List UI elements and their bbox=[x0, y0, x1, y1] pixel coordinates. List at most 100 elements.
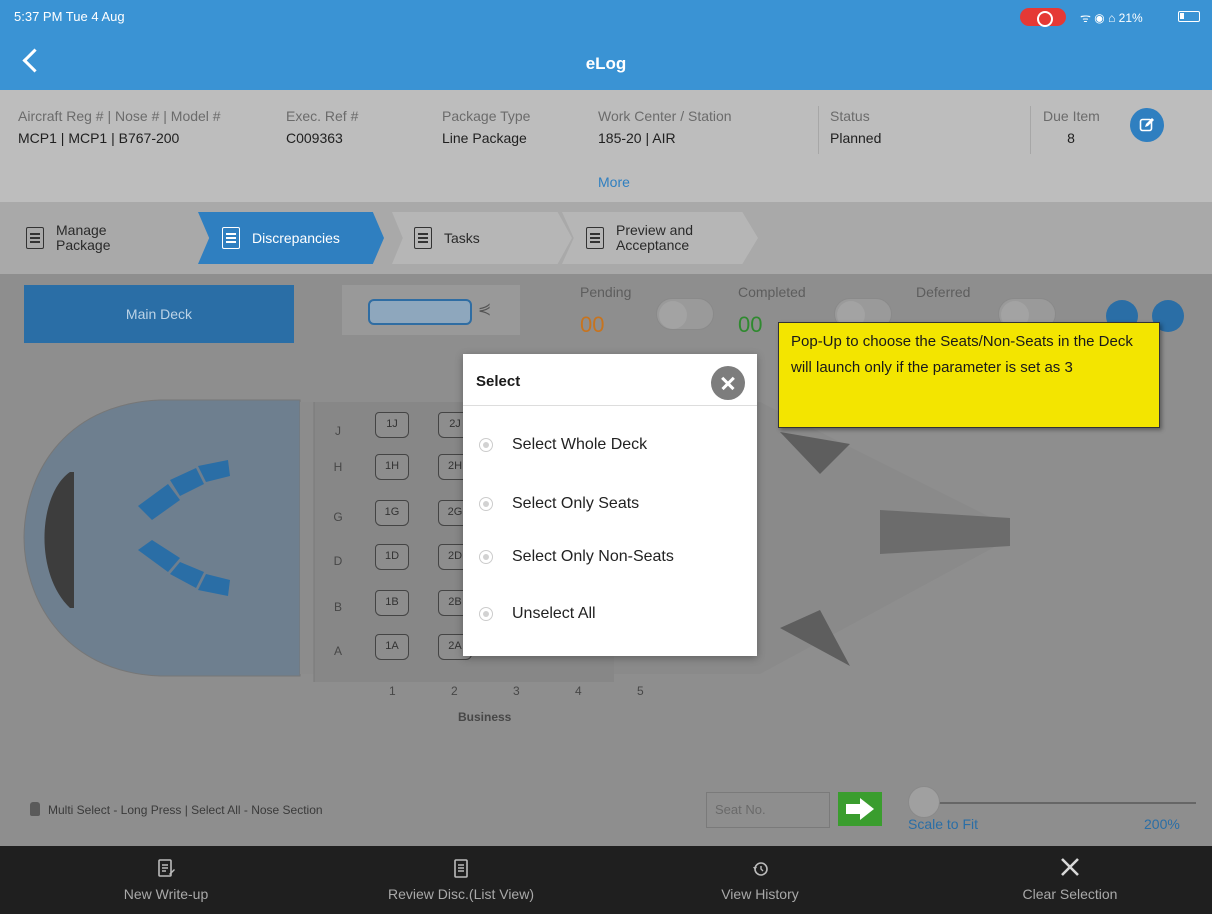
aircraft-info: Aircraft Reg # | Nose # | Model # MCP1 |… bbox=[18, 108, 221, 146]
section-label: Business bbox=[458, 710, 512, 724]
review-disc-list-button[interactable]: Review Disc.(List View) bbox=[356, 846, 566, 914]
option-unselect-all[interactable]: Unselect All bbox=[479, 605, 596, 623]
status-info: Status Planned bbox=[830, 108, 881, 146]
dialog-header: Select bbox=[463, 354, 757, 406]
option-label: Unselect All bbox=[512, 605, 596, 622]
step-preview-acceptance[interactable]: Preview and Acceptance bbox=[562, 212, 758, 264]
option-select-whole-deck[interactable]: Select Whole Deck bbox=[479, 436, 647, 454]
work-center-info: Work Center / Station 185-20 | AIR bbox=[598, 108, 732, 146]
exec-ref-value: C009363 bbox=[286, 130, 343, 146]
row-label: B bbox=[333, 600, 342, 614]
row-label: A bbox=[333, 644, 342, 658]
status-time: 5:37 PM Tue 4 Aug bbox=[14, 9, 125, 24]
toolbar-label: Review Disc.(List View) bbox=[388, 886, 534, 902]
work-center-label: Work Center / Station bbox=[598, 108, 732, 124]
pending-label: Pending bbox=[580, 284, 632, 300]
step-label-line: Manage bbox=[56, 222, 107, 238]
step-label-line: Acceptance bbox=[616, 237, 690, 253]
toolbar-label: New Write-up bbox=[123, 886, 209, 902]
column-label: 3 bbox=[513, 684, 520, 698]
battery-icon bbox=[1178, 11, 1200, 22]
toolbar-label: Clear Selection bbox=[1022, 886, 1118, 902]
annotation-callout: Pop-Up to choose the Seats/Non-Seats in … bbox=[778, 322, 1160, 428]
edit-icon bbox=[1139, 118, 1154, 132]
aircraft-value: MCP1 | MCP1 | B767-200 bbox=[18, 130, 180, 146]
row-label: H bbox=[333, 460, 343, 474]
option-label: Select Only Non-Seats bbox=[512, 548, 674, 565]
divider bbox=[818, 106, 819, 154]
radio-icon[interactable] bbox=[479, 607, 493, 621]
completed-count: 00 bbox=[738, 312, 763, 337]
radio-icon[interactable] bbox=[479, 550, 493, 564]
system-status: ᯤ ◉ ⌂ 21% bbox=[1080, 11, 1143, 25]
selection-hint: Multi Select - Long Press | Select All -… bbox=[30, 802, 323, 817]
document-icon bbox=[26, 227, 44, 249]
due-item-info: Due Item 8 bbox=[1043, 108, 1100, 146]
zoom-slider-handle[interactable] bbox=[908, 786, 940, 818]
seat-1h[interactable]: 1H bbox=[375, 454, 409, 480]
option-select-only-non-seats[interactable]: Select Only Non-Seats bbox=[479, 548, 674, 566]
bottom-toolbar: New Write-up Review Disc.(List View) Vie… bbox=[0, 846, 1212, 914]
step-manage-package[interactable]: Manage Package bbox=[26, 212, 206, 264]
column-label: 1 bbox=[389, 684, 396, 698]
dialog-title: Select bbox=[476, 373, 521, 390]
select-dialog: Select Select Whole Deck Select Only Sea… bbox=[463, 354, 757, 656]
app-header: eLog bbox=[0, 34, 1212, 90]
seat-1d[interactable]: 1D bbox=[375, 544, 409, 570]
workflow-steps: Manage Package Discrepancies Tasks Previ… bbox=[0, 202, 1212, 274]
view-history-button[interactable]: View History bbox=[680, 846, 840, 914]
new-writeup-icon bbox=[80, 846, 252, 877]
go-arrow-button[interactable] bbox=[838, 792, 882, 826]
seat-number-input[interactable]: Seat No. bbox=[706, 792, 830, 828]
step-label: Discrepancies bbox=[252, 230, 340, 246]
step-label: Manage Package bbox=[56, 223, 110, 253]
step-tasks[interactable]: Tasks bbox=[392, 212, 572, 264]
seat-1j[interactable]: 1J bbox=[375, 412, 409, 438]
edit-button[interactable] bbox=[1130, 108, 1164, 142]
radio-icon[interactable] bbox=[479, 438, 493, 452]
seat-1b[interactable]: 1B bbox=[375, 590, 409, 616]
exec-ref-info: Exec. Ref # C009363 bbox=[286, 108, 358, 146]
selection-hint-text: Multi Select - Long Press | Select All -… bbox=[48, 803, 323, 817]
screen-record-icon bbox=[1020, 8, 1066, 27]
scale-to-fit-label[interactable]: Scale to Fit bbox=[908, 816, 978, 832]
status-label: Status bbox=[830, 108, 870, 124]
pending-toggle[interactable] bbox=[656, 298, 714, 330]
package-type-value: Line Package bbox=[442, 130, 527, 146]
step-label-line: Package bbox=[56, 237, 111, 253]
new-write-up-button[interactable]: New Write-up bbox=[80, 846, 252, 914]
radio-icon[interactable] bbox=[479, 497, 493, 511]
toolbar-label: View History bbox=[721, 886, 799, 902]
row-label: G bbox=[333, 510, 343, 524]
main-deck-button[interactable]: Main Deck bbox=[24, 285, 294, 343]
step-label-line: Preview and bbox=[616, 222, 694, 238]
column-label: 5 bbox=[637, 684, 644, 698]
zoom-level-label: 200% bbox=[1144, 816, 1180, 832]
column-label: 2 bbox=[451, 684, 458, 698]
exec-ref-label: Exec. Ref # bbox=[286, 108, 359, 124]
hand-pointer-icon bbox=[30, 802, 40, 816]
checklist-icon bbox=[414, 227, 432, 249]
document-check-icon bbox=[586, 227, 604, 249]
column-label: 4 bbox=[575, 684, 582, 698]
option-label: Select Only Seats bbox=[512, 495, 640, 512]
row-label: D bbox=[333, 554, 343, 568]
option-select-only-seats[interactable]: Select Only Seats bbox=[479, 495, 639, 513]
seat-1g[interactable]: 1G bbox=[375, 500, 409, 526]
option-label: Select Whole Deck bbox=[512, 436, 648, 453]
package-info: Aircraft Reg # | Nose # | Model # MCP1 |… bbox=[0, 90, 1212, 202]
minimap-viewport bbox=[368, 299, 472, 325]
seat-1a[interactable]: 1A bbox=[375, 634, 409, 660]
due-item-value: 8 bbox=[1067, 130, 1075, 146]
collapse-arrows-icon: ⋞ bbox=[478, 301, 492, 318]
status-bar: 5:37 PM Tue 4 Aug ᯤ ◉ ⌂ 21% bbox=[0, 0, 1212, 34]
close-icon[interactable] bbox=[711, 366, 745, 400]
more-link[interactable]: More bbox=[598, 174, 630, 190]
aircraft-label: Aircraft Reg # | Nose # | Model # bbox=[18, 108, 221, 124]
deck-minimap[interactable]: ⋞ bbox=[342, 285, 520, 335]
clear-selection-button[interactable]: Clear Selection bbox=[990, 846, 1150, 914]
deferred-label: Deferred bbox=[916, 284, 971, 300]
step-label: Preview and Acceptance bbox=[616, 223, 693, 253]
step-discrepancies[interactable]: Discrepancies bbox=[198, 212, 384, 264]
zoom-slider-track[interactable] bbox=[912, 802, 1196, 804]
